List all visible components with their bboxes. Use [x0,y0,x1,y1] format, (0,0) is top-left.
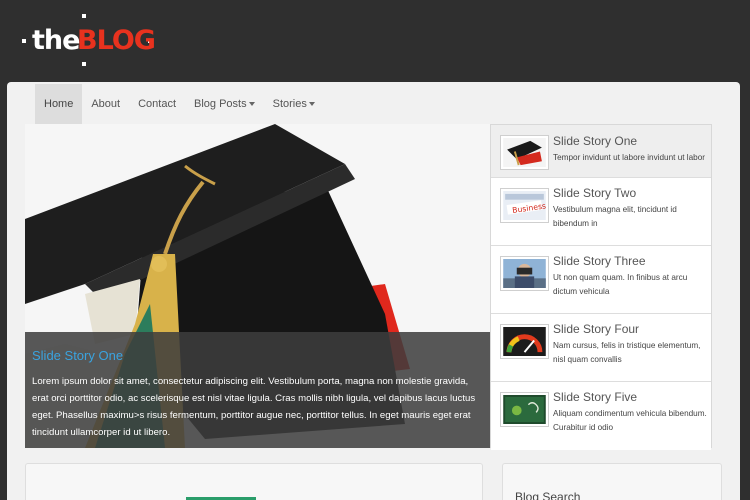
story-title: Slide Story Four [553,322,640,336]
nav-blog-posts[interactable]: Blog Posts [185,84,264,124]
story-title: Slide Story Three [553,254,646,268]
story-title: Slide Story Two [553,186,637,200]
nav-contact[interactable]: Contact [129,84,185,124]
story-text: Aliquam condimentum vehicula bibendum. C… [553,409,707,432]
nav-stories-label: Stories [272,98,307,110]
blog-search-title: Blog Search [515,490,581,500]
story-item[interactable]: Slide Story One Tempor invidunt ut labor… [491,125,711,178]
site-logo[interactable]: the BLOG [22,14,162,66]
nav-contact-label: Contact [138,98,177,110]
logo-dot-icon [82,14,86,18]
nav-stories[interactable]: Stories [264,84,324,124]
site-header: the BLOG [0,0,750,82]
nav-about[interactable]: About [82,84,129,124]
caption-title[interactable]: Slide Story One [32,348,484,363]
graduation-cap-thumb-icon [500,135,549,170]
main-nav: Home About Contact Blog Posts Stories [35,84,324,124]
story-item[interactable]: Slide Story Five Aliquam condimentum veh… [491,382,711,450]
logo-dot-icon [22,39,26,43]
featured-slide[interactable]: Slide Story One Lorem ipsum dolor sit am… [25,124,490,448]
caption-text: Lorem ipsum dolor sit amet, consectetur … [32,376,476,438]
nav-home[interactable]: Home [35,84,83,124]
logo-text-the: the [32,25,80,56]
content-box [25,463,483,500]
binoculars-thumb-icon [500,256,549,291]
blog-search-widget: Blog Search [502,463,722,500]
business-thumb-icon: Business [500,188,549,223]
nav-home-label: Home [44,98,74,110]
story-title: Slide Story One [553,134,638,148]
slide-caption: Slide Story One Lorem ipsum dolor sit am… [25,332,490,448]
story-text: Nam cursus, felis in tristique elementum… [553,341,701,364]
nav-blog-posts-label: Blog Posts [194,98,247,110]
story-text: Ut non quam quam. In finibus at arcu dic… [553,273,688,296]
caret-down-icon [308,102,315,107]
story-title: Slide Story Five [553,390,638,404]
story-item[interactable]: Slide Story Three Ut non quam quam. In f… [491,246,711,314]
logo-text-blog: BLOG [77,25,156,56]
story-item[interactable]: Slide Story Four Nam cursus, felis in tr… [491,314,711,382]
story-text: Tempor invidunt ut labore invidunt ut la… [553,153,706,162]
story-item[interactable]: Business Slide Story Two Vestibulum magn… [491,178,711,246]
story-text: Vestibulum magna elit, tincidunt id bibe… [553,205,677,228]
caret-down-icon [248,102,255,107]
logo-dot-icon [82,62,86,66]
story-list: Slide Story One Tempor invidunt ut labor… [490,124,712,450]
nav-about-label: About [91,98,121,110]
chalkboard-thumb-icon [500,392,549,427]
speedometer-thumb-icon [500,324,549,359]
